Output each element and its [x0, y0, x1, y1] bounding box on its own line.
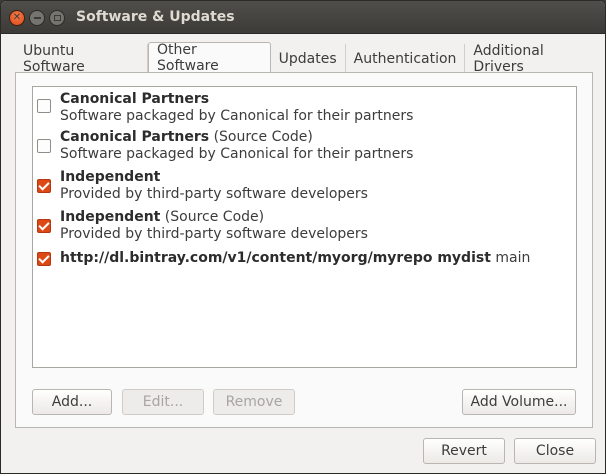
- source-checkbox[interactable]: [37, 139, 51, 153]
- source-checkbox[interactable]: [37, 219, 51, 233]
- source-name: Canonical Partners: [60, 129, 210, 145]
- close-window-icon[interactable]: ✕: [9, 10, 25, 26]
- source-name: http://dl.bintray.com/v1/content/myorg/m…: [60, 250, 491, 266]
- source-suffix: (Source Code): [160, 209, 265, 225]
- source-text: http://dl.bintray.com/v1/content/myorg/m…: [60, 250, 530, 267]
- minimize-window-icon[interactable]: [29, 10, 45, 26]
- source-suffix: (Source Code): [209, 129, 313, 145]
- tab-bar: Ubuntu Software Other Software Updates A…: [15, 42, 605, 75]
- source-checkbox[interactable]: [37, 99, 51, 113]
- tab-other-software[interactable]: Other Software: [148, 42, 271, 74]
- source-text: Independent (Source Code) Provided by th…: [60, 209, 368, 243]
- source-name: Independent: [60, 209, 161, 225]
- titlebar[interactable]: ✕ Software & Updates: [1, 1, 605, 34]
- revert-button[interactable]: Revert: [423, 438, 505, 464]
- source-description: Software packaged by Canonical for their…: [60, 146, 414, 162]
- tab-ubuntu-software[interactable]: Ubuntu Software: [15, 43, 148, 75]
- source-name: Independent: [60, 169, 161, 185]
- source-description: Provided by third-party software develop…: [60, 186, 368, 202]
- source-name: Canonical Partners: [60, 91, 210, 107]
- source-checkbox[interactable]: [37, 179, 51, 193]
- source-checkbox[interactable]: [37, 252, 51, 266]
- tab-updates[interactable]: Updates: [271, 44, 346, 73]
- source-text: Canonical Partners Software packaged by …: [60, 91, 413, 125]
- source-suffix: main: [490, 250, 531, 266]
- add-volume-button[interactable]: Add Volume...: [462, 389, 576, 415]
- source-description: Software packaged by Canonical for their…: [60, 108, 414, 124]
- other-software-panel: Canonical Partners Software packaged by …: [15, 72, 593, 428]
- remove-button[interactable]: Remove: [213, 389, 295, 415]
- edit-button[interactable]: Edit...: [122, 389, 204, 415]
- source-text: Canonical Partners (Source Code) Softwar…: [60, 129, 413, 163]
- window-title: Software & Updates: [76, 9, 235, 25]
- source-text: Independent Provided by third-party soft…: [60, 169, 368, 203]
- tab-additional-drivers[interactable]: Additional Drivers: [465, 43, 605, 75]
- tab-authentication[interactable]: Authentication: [346, 44, 466, 73]
- add-button[interactable]: Add...: [32, 389, 112, 415]
- close-button[interactable]: Close: [514, 438, 596, 464]
- maximize-window-icon[interactable]: [49, 10, 65, 26]
- software-updates-window: ✕ Software & Updates Ubuntu Software Oth…: [0, 0, 606, 474]
- source-description: Provided by third-party software develop…: [60, 226, 368, 242]
- sources-list[interactable]: Canonical Partners Software packaged by …: [32, 86, 577, 368]
